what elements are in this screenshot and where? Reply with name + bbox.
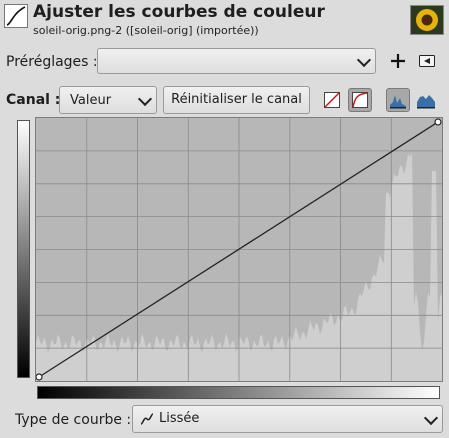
image-subtitle: soleil-orig.png-2 ([soleil-orig] (import… — [33, 24, 259, 37]
add-preset-button[interactable] — [386, 49, 410, 73]
presets-combo[interactable] — [97, 48, 376, 74]
reset-channel-button[interactable]: Réinitialiser le canal — [163, 86, 310, 114]
curves-icon — [4, 4, 28, 28]
log-curve-icon — [352, 92, 368, 108]
curve-type-row: Type de courbe : Lissée — [0, 404, 449, 434]
curve-type-combo[interactable]: Lissée — [132, 405, 443, 433]
dialog-header: Ajuster les courbes de couleur soleil-or… — [0, 0, 449, 44]
log-histogram-icon — [417, 95, 435, 109]
log-histogram-button[interactable] — [414, 88, 438, 112]
output-gradient-bar — [37, 386, 440, 399]
curve-point-start[interactable] — [36, 373, 43, 381]
chevron-down-icon — [423, 410, 439, 426]
input-gradient-bar — [17, 120, 30, 378]
linear-curve-button[interactable] — [320, 88, 344, 112]
presets-menu-button[interactable] — [415, 49, 439, 73]
curve-type-value: Lissée — [159, 411, 200, 426]
linear-histogram-icon — [390, 95, 406, 109]
channel-combo-value: Valeur — [70, 93, 112, 108]
curve-editor[interactable] — [35, 117, 443, 382]
presets-label: Préréglages : — [6, 54, 98, 70]
linear-histogram-button[interactable] — [386, 88, 410, 112]
channel-combo[interactable]: Valeur — [59, 86, 157, 114]
presets-row: Préréglages : — [0, 46, 449, 76]
plus-icon — [391, 54, 405, 68]
triangle-left-icon — [419, 55, 435, 67]
curve-canvas — [36, 118, 442, 381]
dialog-title: Ajuster les courbes de couleur — [33, 2, 325, 22]
linear-curve-icon — [324, 92, 340, 108]
channel-label: Canal : — [6, 92, 61, 108]
sunflower-image-thumbnail — [410, 5, 444, 35]
curve-type-label: Type de courbe : — [15, 412, 132, 428]
log-curve-button[interactable] — [348, 88, 372, 112]
chevron-down-icon — [137, 91, 153, 107]
smooth-curve-icon — [140, 413, 154, 425]
curve-point-end[interactable] — [434, 118, 442, 126]
chevron-down-icon — [356, 52, 372, 68]
